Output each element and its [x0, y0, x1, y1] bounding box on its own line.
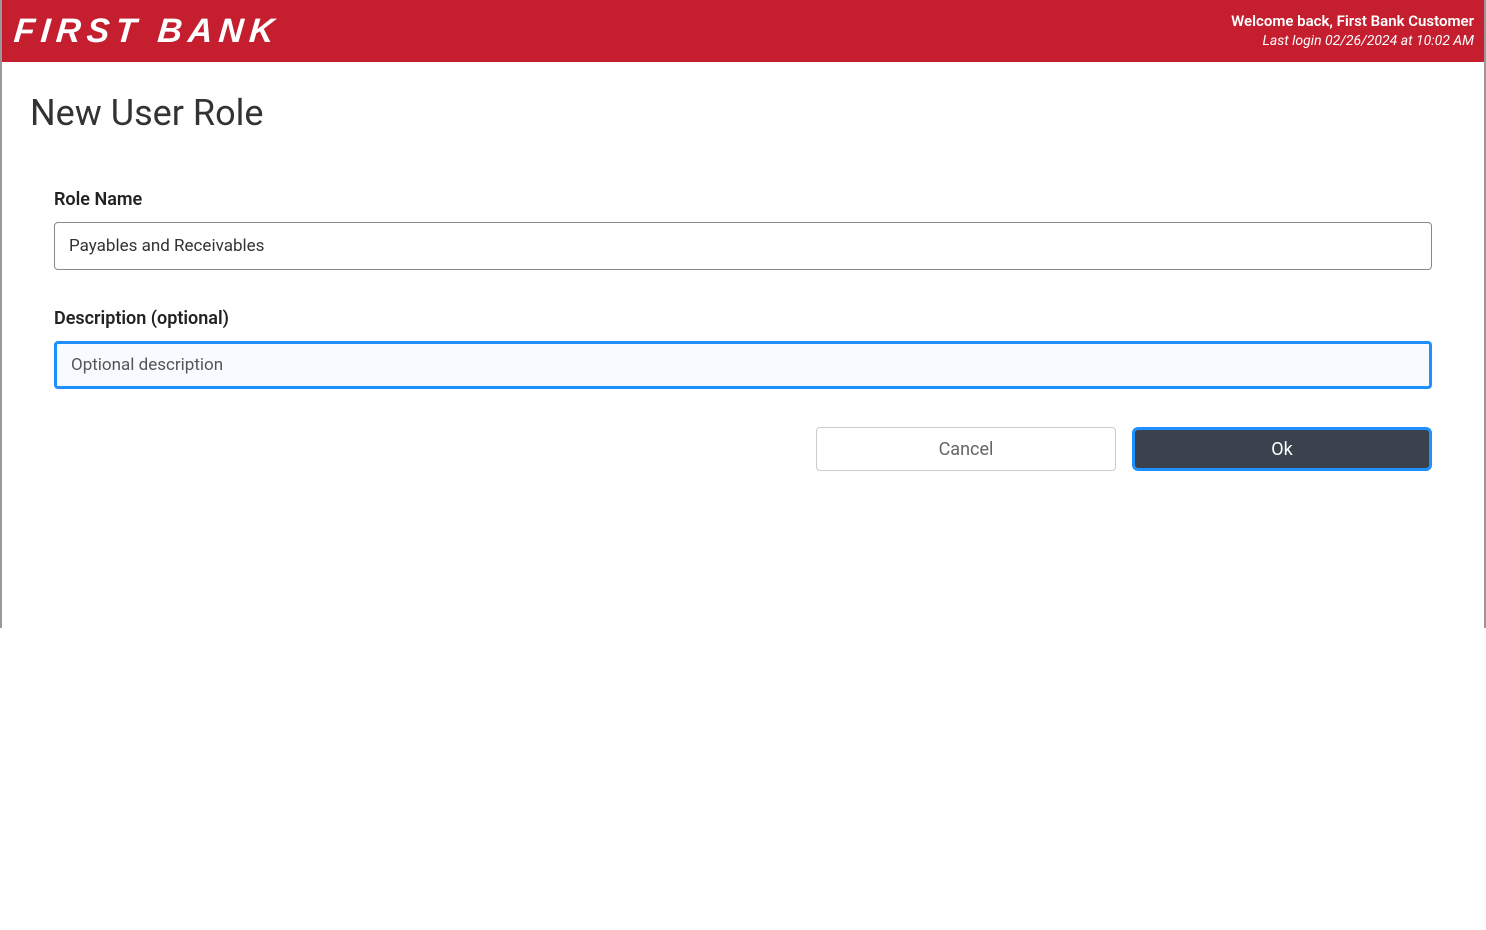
description-label: Description (optional)	[54, 308, 1432, 329]
role-name-label: Role Name	[54, 189, 1432, 210]
page-title: New User Role	[30, 92, 1456, 134]
description-group: Description (optional)	[54, 308, 1432, 389]
form-container: Role Name Description (optional) Cancel …	[30, 189, 1456, 471]
ok-button[interactable]: Ok	[1132, 427, 1432, 471]
button-row: Cancel Ok	[54, 427, 1432, 471]
welcome-text: Welcome back, First Bank Customer	[1231, 11, 1474, 32]
description-input[interactable]	[54, 341, 1432, 389]
role-name-input[interactable]	[54, 222, 1432, 270]
header-user-info: Welcome back, First Bank Customer Last l…	[1231, 11, 1474, 52]
last-login-text: Last login 02/26/2024 at 10:02 AM	[1231, 32, 1474, 52]
app-container: FIRST BANK Welcome back, First Bank Cust…	[0, 0, 1486, 628]
cancel-button[interactable]: Cancel	[816, 427, 1116, 471]
content-area: New User Role Role Name Description (opt…	[2, 62, 1484, 471]
role-name-group: Role Name	[54, 189, 1432, 270]
header: FIRST BANK Welcome back, First Bank Cust…	[2, 0, 1484, 62]
bank-logo: FIRST BANK	[12, 12, 281, 51]
